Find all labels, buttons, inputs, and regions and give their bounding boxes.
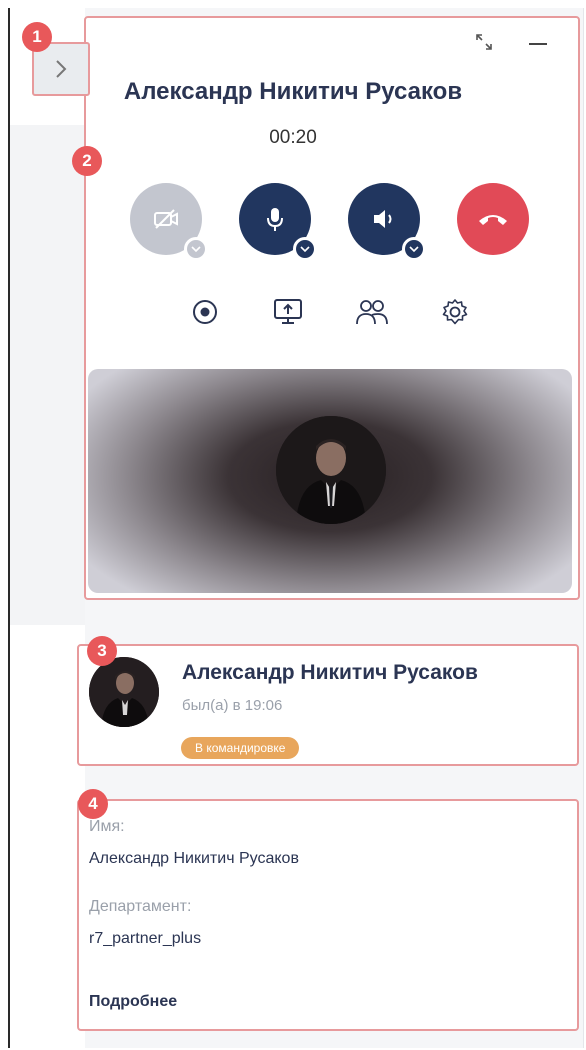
name-value: Александр Никитич Русаков	[89, 850, 299, 867]
participants-icon	[356, 300, 388, 325]
speaker-toggle-button[interactable]	[348, 183, 426, 261]
participants-button[interactable]	[354, 294, 390, 330]
contact-avatar	[89, 657, 159, 727]
chevron-right-icon	[56, 60, 67, 78]
callout-3: 3	[87, 636, 117, 666]
avatar-photo	[89, 657, 159, 727]
chevron-down-icon	[409, 245, 419, 252]
speaker-options-button[interactable]	[402, 237, 426, 261]
expand-icon	[476, 34, 492, 50]
gear-icon	[442, 299, 468, 325]
settings-button[interactable]	[437, 294, 473, 330]
avatar	[276, 416, 386, 524]
camera-options-button[interactable]	[184, 237, 208, 261]
screen-share-button[interactable]	[270, 294, 306, 330]
callout-1: 1	[22, 22, 52, 52]
name-label: Имя:	[89, 818, 125, 835]
callout-4: 4	[78, 789, 108, 819]
speaker-icon	[374, 210, 392, 228]
chevron-down-icon	[191, 245, 201, 252]
avatar-photo	[276, 416, 386, 524]
department-value: r7_partner_plus	[89, 930, 202, 947]
minimize-button[interactable]	[528, 34, 548, 52]
left-strip-shade	[10, 125, 85, 625]
chevron-down-icon	[300, 245, 310, 252]
camera-off-icon	[154, 209, 178, 229]
microphone-toggle-button[interactable]	[239, 183, 317, 261]
phone-hangup-icon	[479, 215, 507, 225]
more-details-link[interactable]: Подробнее	[89, 993, 177, 1011]
camera-toggle-button[interactable]	[130, 183, 208, 261]
contact-last-seen: был(а) в 19:06	[182, 697, 283, 714]
microphone-icon	[267, 208, 283, 231]
screen-share-icon	[274, 299, 302, 324]
hangup-button[interactable]	[457, 183, 529, 255]
contact-name: Александр Никитич Русаков	[182, 661, 478, 684]
minimize-icon	[529, 43, 547, 45]
department-label: Департамент:	[89, 898, 192, 915]
expand-button[interactable]	[474, 32, 494, 57]
microphone-options-button[interactable]	[293, 237, 317, 261]
callout-2: 2	[72, 146, 102, 176]
record-icon	[193, 300, 217, 324]
status-badge: В командировке	[181, 737, 300, 759]
record-button[interactable]	[187, 294, 223, 330]
